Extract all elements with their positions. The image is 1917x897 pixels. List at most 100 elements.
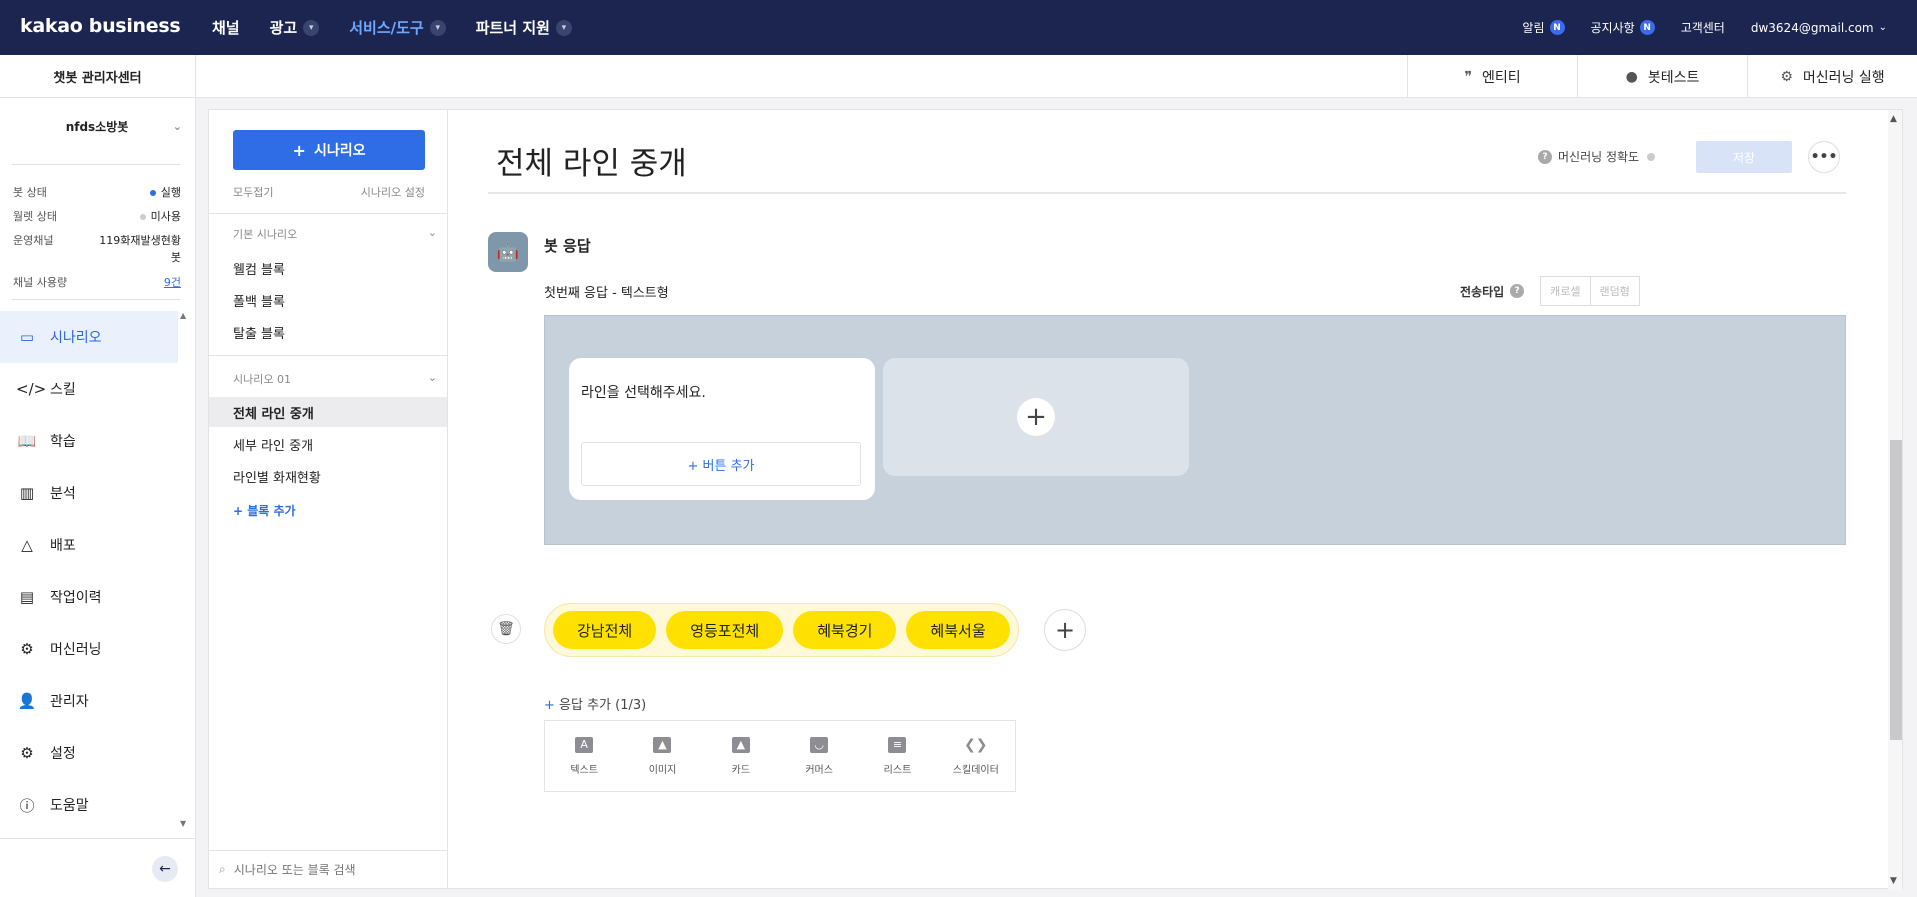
text-message-card[interactable]: 라인을 선택해주세요. + 버튼 추가 — [569, 358, 875, 500]
response-type-label: 리스트 — [883, 764, 912, 776]
sidebar-item-label: 학습 — [50, 434, 76, 450]
sidebar-item-analysis[interactable]: ▥ 분석 — [0, 467, 178, 519]
block-item[interactable]: 라인별 화재현황 — [209, 461, 447, 491]
send-type-random[interactable]: 랜덤형 — [1589, 277, 1639, 305]
menu-channel-label: 채널 — [212, 19, 240, 37]
sidebar-item-help[interactable]: ⓘ 도움말 — [0, 779, 178, 831]
sidebar-scrollbar[interactable]: ▲ ▼ — [180, 311, 192, 831]
left-sidebar: nfds소방봇 ⌄ 봇 상태 실행 월렛 상태 미사용 운영채널 119화재발생… — [0, 98, 196, 897]
support-link[interactable]: 고객센터 — [1681, 19, 1725, 36]
block-item[interactable]: 탈출 블록 — [209, 317, 447, 347]
menu-services-tools[interactable]: 서비스/도구 ▾ — [349, 17, 446, 38]
more-options-button[interactable]: ••• — [1808, 141, 1840, 173]
response-type-label: 스킬데이터 — [952, 764, 999, 776]
block-item[interactable]: 웰컴 블록 — [209, 253, 447, 283]
response-type-card[interactable]: ▲ 카드 — [702, 721, 780, 791]
menu-channel[interactable]: 채널 — [212, 17, 240, 38]
scrollbar-thumb[interactable] — [1890, 440, 1902, 740]
block-item[interactable]: 세부 라인 중개 — [209, 429, 447, 459]
question-icon[interactable]: ? — [1510, 284, 1525, 298]
usage-value[interactable]: 9건 — [164, 274, 181, 290]
sidebar-item-admin[interactable]: 👤 관리자 — [0, 675, 178, 727]
kakao-business-logo[interactable]: kakao business — [20, 15, 181, 37]
bot-selector[interactable]: nfds소방봇 ⌄ — [12, 118, 182, 140]
chevron-down-icon: ▾ — [303, 19, 320, 36]
message-text[interactable]: 라인을 선택해주세요. — [581, 382, 706, 402]
alarm-label: 알림 — [1522, 21, 1545, 35]
sidebar-item-ml[interactable]: ⚙ 머신러닝 — [0, 623, 178, 675]
scroll-up-icon[interactable]: ▲ — [180, 311, 186, 320]
question-icon[interactable]: ? — [1538, 149, 1552, 164]
deploy-icon: △ — [21, 536, 33, 554]
sidebar-item-learning[interactable]: 📖 학습 — [0, 415, 178, 467]
block-item[interactable]: 폴백 블록 — [209, 285, 447, 315]
channel-value: 119화재발생현황봇 — [99, 234, 181, 264]
bot-avatar: 🤖 — [488, 232, 528, 272]
quick-replies: 강남전체 영등포전체 혜북경기 혜북서울 — [544, 603, 1019, 657]
chip-icon: ⚙ — [1780, 68, 1793, 85]
send-type-carousel[interactable]: 캐로셀 — [1541, 277, 1589, 305]
quick-reply-chip[interactable]: 혜북서울 — [906, 611, 1010, 649]
add-response-link[interactable]: + 응답 추가 (1/3) — [544, 694, 646, 713]
quick-reply-chip[interactable]: 강남전체 — [553, 611, 657, 649]
quick-reply-chip[interactable]: 혜북경기 — [793, 611, 897, 649]
menu-ads[interactable]: 광고 ▾ — [270, 17, 320, 38]
response-canvas: 라인을 선택해주세요. + 버튼 추가 + — [544, 315, 1846, 545]
sidebar-nav: ▭ 시나리오 </> 스킬 📖 학습 ▥ 분석 △ 배포 ▤ 작업이력 ⚙ 머신… — [0, 311, 178, 831]
wallet-status-value: 미사용 — [139, 208, 181, 224]
bot-status-row: 봇 상태 실행 — [13, 184, 181, 200]
save-button[interactable]: 저장 — [1696, 141, 1792, 173]
plus-icon: + — [1017, 398, 1055, 436]
delete-quick-replies-button[interactable]: 🗑 — [491, 614, 521, 644]
main-scrollbar[interactable]: ▲ ▼ — [1888, 110, 1902, 890]
scroll-down-icon[interactable]: ▼ — [1890, 876, 1897, 886]
sidebar-item-label: 관리자 — [50, 694, 89, 710]
send-type: 전송타입 ? 캐로셀 랜덤형 — [1460, 276, 1640, 306]
scroll-down-icon[interactable]: ▼ — [180, 819, 186, 828]
block-editor: 전체 라인 중개 ? 머신러닝 정확도 저장 ••• 🤖 봇 응답 첫번째 응답… — [448, 109, 1903, 890]
card-icon: ▲ — [731, 736, 750, 753]
sidebar-item-deploy[interactable]: △ 배포 — [0, 519, 178, 571]
scenario-search-input[interactable] — [233, 862, 434, 877]
sub-toolbar: 챗봇 관리자센터 ❞ 엔티티 ● 봇테스트 ⚙ 머신러닝 실행 — [0, 55, 1917, 98]
wallet-status-label: 월렛 상태 — [13, 210, 57, 223]
add-scenario-button[interactable]: + 시나리오 — [233, 130, 425, 170]
response-type-text[interactable]: A 텍스트 — [545, 721, 623, 791]
ml-run-button[interactable]: ⚙ 머신러닝 실행 — [1747, 55, 1917, 98]
sidebar-item-scenario[interactable]: ▭ 시나리오 — [0, 311, 178, 363]
add-quick-reply-button[interactable]: + — [1044, 609, 1086, 651]
sidebar-item-history[interactable]: ▤ 작업이력 — [0, 571, 178, 623]
plus-icon: + — [292, 140, 306, 160]
bot-status-label: 봇 상태 — [13, 186, 47, 199]
response-type-commerce[interactable]: ◡ 커머스 — [780, 721, 858, 791]
scenario01-header[interactable]: 시나리오 01 ⌄ — [233, 371, 437, 387]
scroll-up-icon[interactable]: ▲ — [1890, 114, 1897, 124]
bot-test-button[interactable]: ● 봇테스트 — [1577, 55, 1747, 98]
response-type-label: 이미지 — [648, 764, 677, 776]
add-block-link[interactable]: + 블록 추가 — [233, 502, 296, 519]
sidebar-item-label: 스킬 — [50, 382, 76, 398]
response-type-list[interactable]: ≡ 리스트 — [858, 721, 936, 791]
scenario-settings-link[interactable]: 시나리오 설정 — [361, 184, 425, 200]
sidebar-item-label: 설정 — [50, 746, 76, 762]
entity-button[interactable]: ❞ 엔티티 — [1407, 55, 1577, 98]
quick-reply-chip[interactable]: 영등포전체 — [666, 611, 784, 649]
help-icon: ⓘ — [19, 796, 35, 815]
sidebar-item-skill[interactable]: </> 스킬 — [0, 363, 178, 415]
menu-partner-support[interactable]: 파트너 지원 ▾ — [476, 17, 572, 38]
account-dropdown[interactable]: dw3624@gmail.com ⌄ — [1751, 21, 1887, 35]
add-button-button[interactable]: + 버튼 추가 — [581, 442, 861, 486]
collapse-sidebar-button[interactable]: ← — [152, 856, 178, 882]
plus-icon: + — [544, 698, 560, 713]
notice-link[interactable]: 공지사항 N — [1591, 19, 1655, 36]
robot-icon: 🤖 — [496, 241, 520, 263]
collapse-all-link[interactable]: 모두접기 — [233, 184, 273, 200]
alarm-link[interactable]: 알림 N — [1522, 19, 1565, 36]
sidebar-item-settings[interactable]: ⚙ 설정 — [0, 727, 178, 779]
basic-scenario-header[interactable]: 기본 시나리오 ⌄ — [233, 226, 437, 242]
response-type-image[interactable]: ▲ 이미지 — [623, 721, 701, 791]
response-type-skilldata[interactable]: ❮❯ 스킬데이터 — [937, 721, 1015, 791]
trash-icon: 🗑 — [497, 621, 515, 637]
block-item-active[interactable]: 전체 라인 중개 — [209, 397, 447, 427]
add-card-button[interactable]: + — [883, 358, 1189, 476]
